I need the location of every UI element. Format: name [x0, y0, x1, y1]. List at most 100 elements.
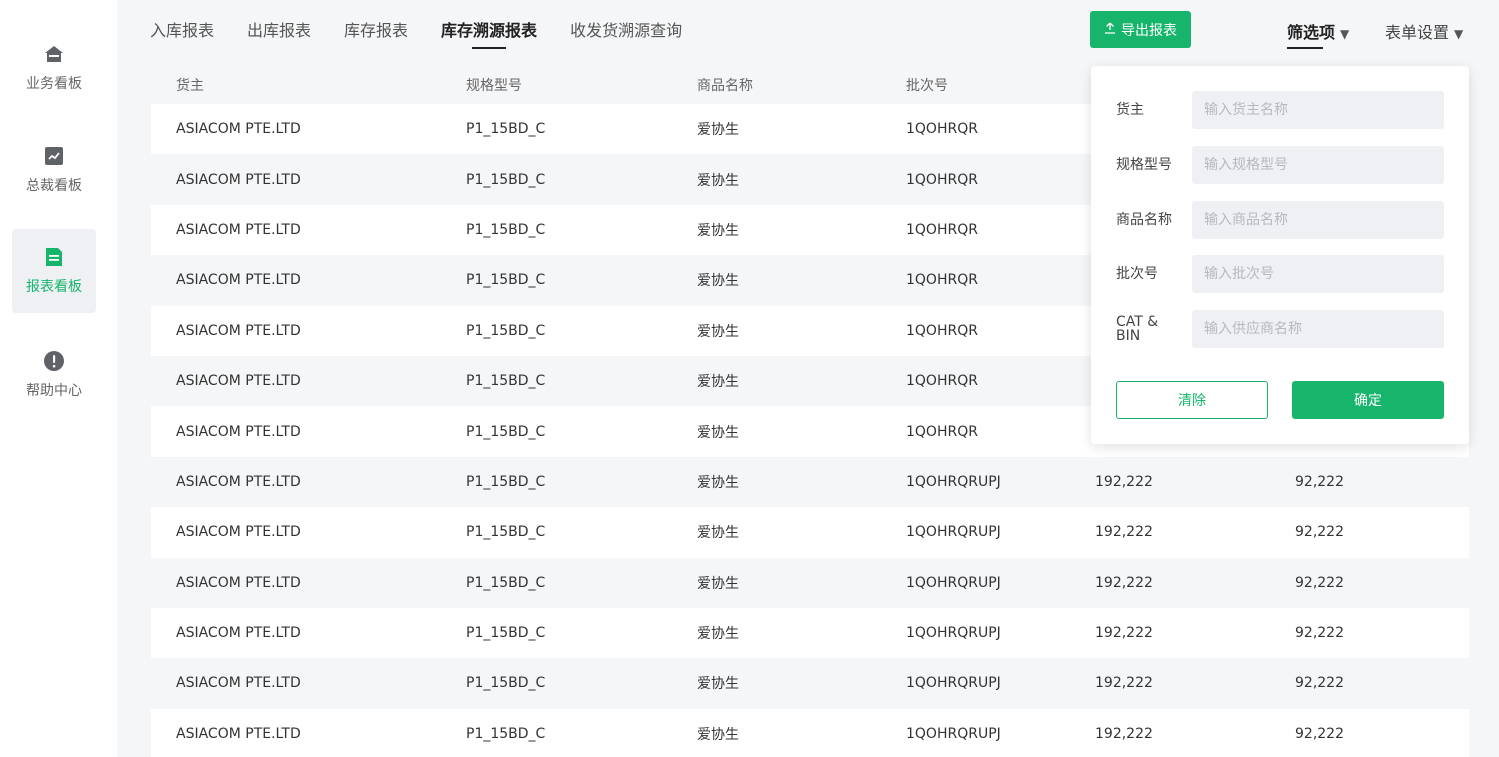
- owner-cell: ASIACOM PTE.LTD: [176, 725, 301, 742]
- batch-cell: 1QOHRQRUPJ: [906, 473, 1001, 490]
- column-header-batch[interactable]: 批次号: [906, 75, 948, 95]
- filter-row-product-name: 商品名称: [1116, 201, 1444, 239]
- spec-cell: P1_15BD_C: [466, 121, 546, 138]
- filter-options-toggle[interactable]: 筛选项 ▼: [1287, 19, 1350, 49]
- tab-inventory-trace-report[interactable]: 库存溯源报表: [441, 17, 537, 49]
- filter-label: 规格型号: [1116, 157, 1172, 173]
- form-settings-dropdown[interactable]: 表单设置 ▼: [1385, 19, 1463, 43]
- owner-cell: ASIACOM PTE.LTD: [176, 574, 301, 591]
- table-row[interactable]: ASIACOM PTE.LTD P1_15BD_C 爱协生 1QOHRQRUPJ 192…: [151, 658, 1469, 709]
- product-name-input[interactable]: [1192, 201, 1444, 239]
- quantity-cell: 192,222: [1095, 725, 1153, 742]
- available-cell: 92,222: [1295, 725, 1344, 742]
- spec-cell: P1_15BD_C: [466, 725, 546, 742]
- spec-cell: P1_15BD_C: [466, 322, 546, 339]
- product-name-cell: 爱协生: [697, 676, 739, 693]
- tab-inventory-report[interactable]: 库存报表: [344, 17, 408, 49]
- table-row[interactable]: ASIACOM PTE.LTD P1_15BD_C 爱协生 1QOHRQRUPJ 192…: [151, 507, 1469, 558]
- product-name-cell: 爱协生: [697, 374, 739, 391]
- batch-cell: 1QOHRQRUPJ: [906, 675, 1001, 692]
- batch-cell: 1QOHRQR: [906, 373, 978, 390]
- quantity-cell: 192,222: [1095, 574, 1153, 591]
- filter-row-cat-bin: CAT & BIN: [1116, 310, 1444, 348]
- owner-cell: ASIACOM PTE.LTD: [176, 272, 301, 289]
- owner-cell: ASIACOM PTE.LTD: [176, 423, 301, 440]
- product-name-cell: 爱协生: [697, 222, 739, 239]
- main-content: 入库报表 出库报表 库存报表 库存溯源报表 收发货溯源查询 导出报表 筛选项 ▼ …: [117, 0, 1499, 757]
- sidebar-item-report-board[interactable]: 报表看板: [12, 229, 96, 313]
- owner-cell: ASIACOM PTE.LTD: [176, 171, 301, 188]
- filter-label: 商品名称: [1116, 212, 1172, 228]
- owner-input[interactable]: [1192, 91, 1444, 129]
- batch-input[interactable]: [1192, 255, 1444, 293]
- owner-cell: ASIACOM PTE.LTD: [176, 524, 301, 541]
- form-settings-label: 表单设置: [1385, 23, 1450, 42]
- sidebar-item-president-board[interactable]: 总裁看板: [12, 128, 96, 212]
- product-name-cell: 爱协生: [697, 273, 739, 290]
- available-cell: 92,222: [1295, 473, 1344, 490]
- table-row[interactable]: ASIACOM PTE.LTD P1_15BD_C 爱协生 1QOHRQRUPJ 192…: [151, 456, 1469, 508]
- column-header-spec[interactable]: 规格型号: [466, 75, 522, 95]
- confirm-button[interactable]: 确定: [1292, 381, 1444, 419]
- product-name-cell: 爱协生: [697, 172, 739, 189]
- quantity-cell: 192,222: [1095, 524, 1153, 541]
- quantity-cell: 192,222: [1095, 675, 1153, 692]
- quantity-cell: 192,222: [1095, 473, 1153, 490]
- batch-cell: 1QOHRQR: [906, 221, 978, 238]
- product-name-cell: 爱协生: [697, 424, 739, 441]
- sidebar-item-label: 业务看板: [26, 76, 82, 92]
- table-row[interactable]: ASIACOM PTE.LTD P1_15BD_C 爱协生 1QOHRQRUPJ 192…: [151, 708, 1469, 757]
- available-cell: 92,222: [1295, 574, 1344, 591]
- owner-cell: ASIACOM PTE.LTD: [176, 121, 301, 138]
- product-name-cell: 爱协生: [697, 323, 739, 340]
- table-row[interactable]: ASIACOM PTE.LTD P1_15BD_C 爱协生 1QOHRQRUPJ 192…: [151, 557, 1469, 608]
- owner-cell: ASIACOM PTE.LTD: [176, 322, 301, 339]
- column-header-product-name[interactable]: 商品名称: [697, 75, 753, 95]
- spec-cell: P1_15BD_C: [466, 171, 546, 188]
- export-label: 导出报表: [1121, 22, 1177, 39]
- filter-row-owner: 货主: [1116, 91, 1444, 129]
- batch-cell: 1QOHRQR: [906, 272, 978, 289]
- upload-icon: [1104, 22, 1116, 38]
- batch-cell: 1QOHRQR: [906, 322, 978, 339]
- filter-popover: 货主 规格型号 商品名称 批次号 CAT & BIN 清除 确定: [1091, 66, 1469, 444]
- table-row[interactable]: ASIACOM PTE.LTD P1_15BD_C 爱协生 1QOHRQRUPJ 192…: [151, 607, 1469, 659]
- spec-cell: P1_15BD_C: [466, 272, 546, 289]
- spec-cell: P1_15BD_C: [466, 675, 546, 692]
- sidebar-item-label: 报表看板: [26, 279, 82, 295]
- column-header-owner[interactable]: 货主: [176, 75, 204, 95]
- product-name-cell: 爱协生: [697, 122, 739, 139]
- sidebar-item-help-center[interactable]: 帮助中心: [12, 333, 96, 417]
- product-name-cell: 爱协生: [697, 726, 739, 743]
- filter-label: 批次号: [1116, 266, 1158, 282]
- sidebar: 业务看板 总裁看板 报表看板 帮助中心: [0, 0, 117, 757]
- quantity-cell: 192,222: [1095, 625, 1153, 642]
- clear-button[interactable]: 清除: [1116, 381, 1268, 419]
- tab-shipment-trace-query[interactable]: 收发货溯源查询: [570, 17, 682, 49]
- batch-cell: 1QOHRQR: [906, 171, 978, 188]
- home-icon: [43, 43, 65, 65]
- filter-label: CAT & BIN: [1116, 314, 1159, 344]
- spec-cell: P1_15BD_C: [466, 524, 546, 541]
- sidebar-item-business-board[interactable]: 业务看板: [12, 26, 96, 110]
- available-cell: 92,222: [1295, 675, 1344, 692]
- available-cell: 92,222: [1295, 625, 1344, 642]
- owner-cell: ASIACOM PTE.LTD: [176, 473, 301, 490]
- spec-cell: P1_15BD_C: [466, 625, 546, 642]
- filter-row-batch: 批次号: [1116, 255, 1444, 293]
- owner-cell: ASIACOM PTE.LTD: [176, 221, 301, 238]
- cat-bin-input[interactable]: [1192, 310, 1444, 348]
- spec-cell: P1_15BD_C: [466, 423, 546, 440]
- spec-input[interactable]: [1192, 146, 1444, 184]
- caret-down-icon: ▼: [1340, 27, 1350, 41]
- batch-cell: 1QOHRQRUPJ: [906, 524, 1001, 541]
- owner-cell: ASIACOM PTE.LTD: [176, 675, 301, 692]
- report-tabs: 入库报表 出库报表 库存报表 库存溯源报表 收发货溯源查询: [150, 17, 715, 49]
- product-name-cell: 爱协生: [697, 626, 739, 643]
- export-report-button[interactable]: 导出报表: [1090, 11, 1191, 48]
- filter-row-spec: 规格型号: [1116, 146, 1444, 184]
- help-icon: [43, 350, 65, 372]
- product-name-cell: 爱协生: [697, 525, 739, 542]
- tab-outbound-report[interactable]: 出库报表: [247, 17, 311, 49]
- tab-inbound-report[interactable]: 入库报表: [150, 17, 214, 49]
